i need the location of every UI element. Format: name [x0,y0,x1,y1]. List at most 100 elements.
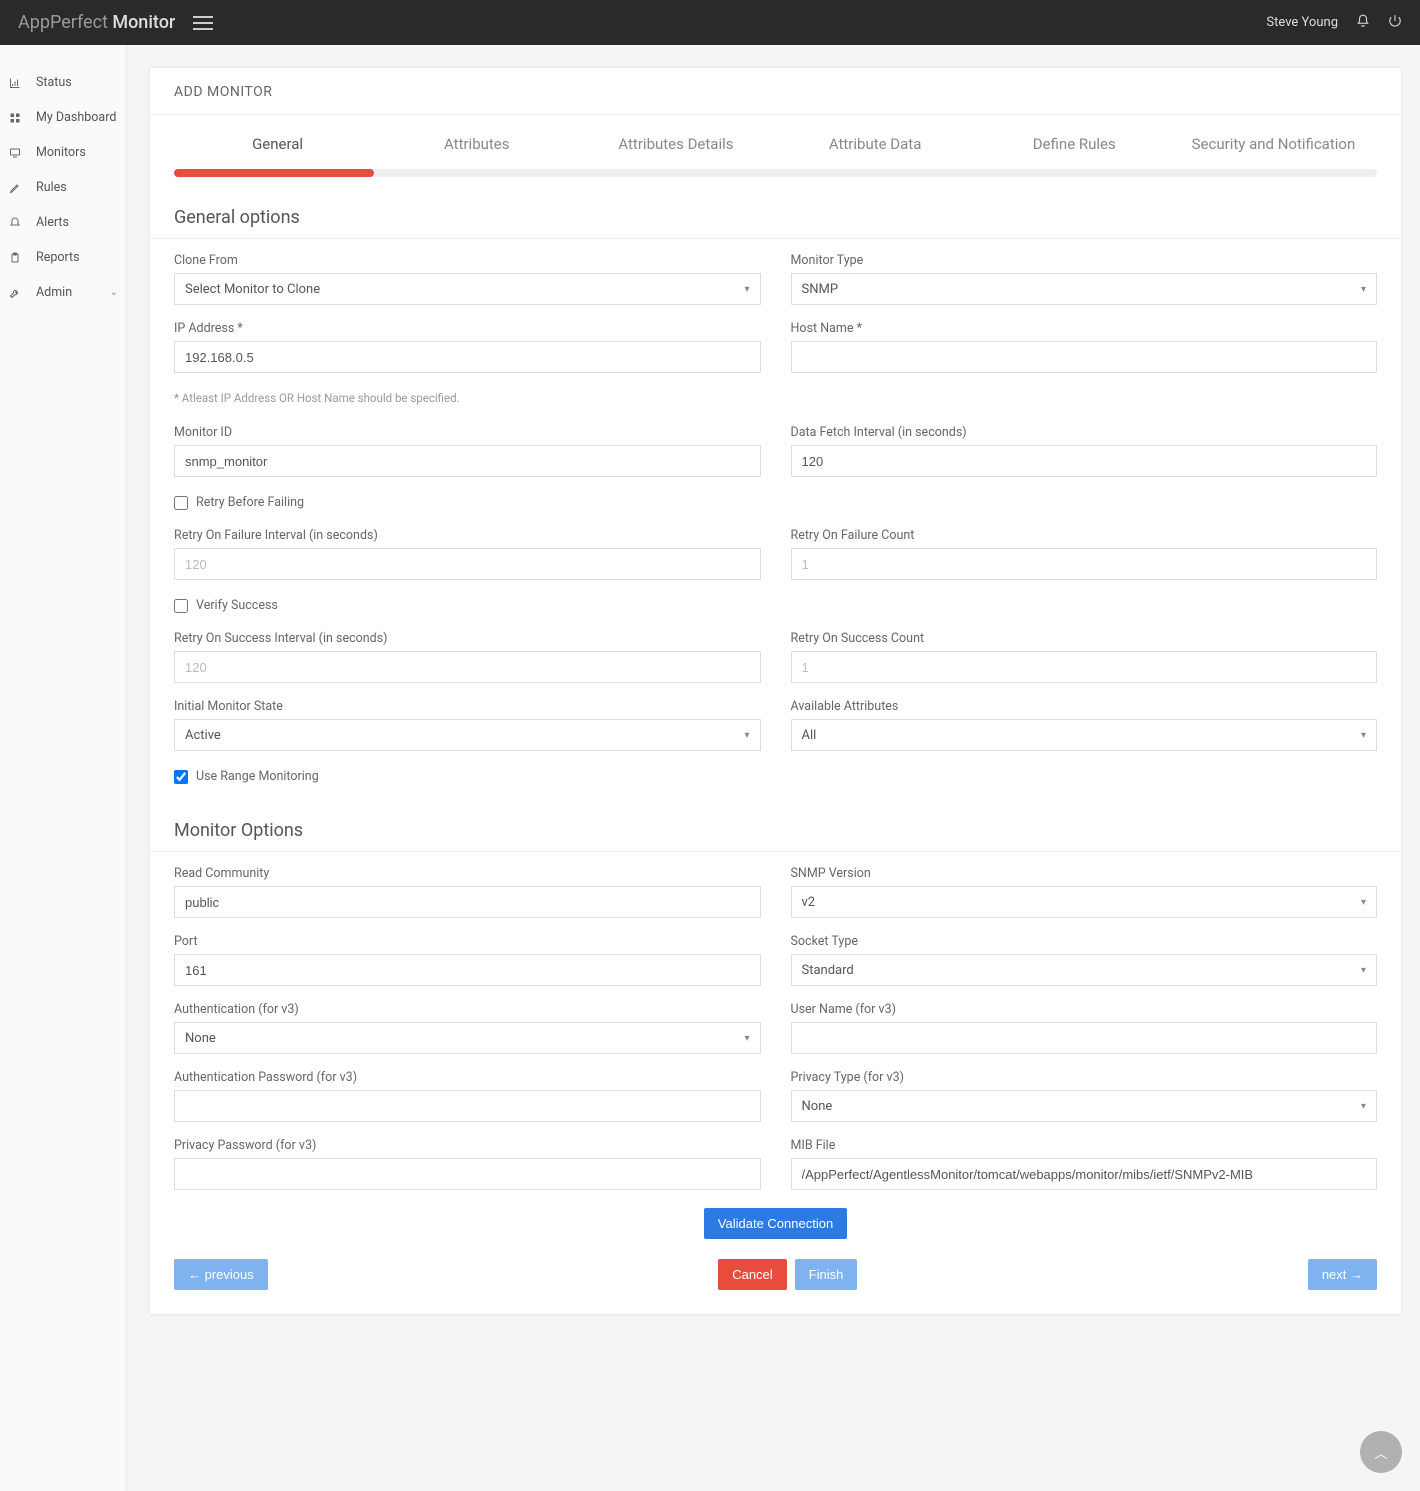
sidebar-item-label: Rules [36,180,67,195]
select-monitor-type[interactable]: SNMP▾ [791,273,1378,305]
caret-icon: ▾ [1361,730,1366,741]
select-auth-v3[interactable]: None▾ [174,1022,761,1054]
cancel-button[interactable]: Cancel [718,1259,786,1290]
input-host-name[interactable] [791,341,1378,373]
caret-icon: ▾ [1361,1101,1366,1112]
hamburger-icon[interactable] [193,16,213,30]
select-socket-type[interactable]: Standard▾ [791,954,1378,986]
tab-attributes-details[interactable]: Attributes Details [576,127,775,169]
tab-security[interactable]: Security and Notification [1174,127,1373,169]
previous-button[interactable]: ← previous [174,1259,268,1290]
label-fetch-interval: Data Fetch Interval (in seconds) [791,425,1378,440]
sidebar-item-label: Reports [36,250,80,265]
label-snmp-version: SNMP Version [791,866,1378,881]
sidebar-item-label: Monitors [36,145,86,160]
chevron-up-icon: ︿ [1374,1443,1387,1462]
caret-icon: ▾ [744,730,749,741]
input-user-v3[interactable] [791,1022,1378,1054]
finish-button[interactable]: Finish [795,1259,858,1290]
tab-attribute-data[interactable]: Attribute Data [776,127,975,169]
pencil-icon [8,182,22,194]
select-snmp-version[interactable]: v2▾ [791,886,1378,918]
sidebar-item-label: My Dashboard [36,110,116,125]
checkbox-use-range[interactable] [174,770,188,784]
validate-connection-button[interactable]: Validate Connection [704,1208,847,1239]
label-auth-pw-v3: Authentication Password (for v3) [174,1070,761,1085]
section-title-general: General options [150,201,1401,239]
input-auth-pw-v3[interactable] [174,1090,761,1122]
input-retry-success-interval[interactable] [174,651,761,683]
scroll-to-top-button[interactable]: ︿ [1360,1431,1402,1473]
input-read-community[interactable] [174,886,761,918]
input-retry-fail-count[interactable] [791,548,1378,580]
label-privacy-pw: Privacy Password (for v3) [174,1138,761,1153]
label-host-name: Host Name * [791,321,1378,336]
input-port[interactable] [174,954,761,986]
label-monitor-type: Monitor Type [791,253,1378,268]
power-icon[interactable] [1388,14,1402,32]
input-mib-file[interactable] [791,1158,1378,1190]
label-retry-success-count: Retry On Success Count [791,631,1378,646]
input-ip-address[interactable] [174,341,761,373]
tabs: General Attributes Attributes Details At… [150,115,1401,169]
bell-icon[interactable] [1356,14,1370,32]
label-mib-file: MIB File [791,1138,1378,1153]
tab-define-rules[interactable]: Define Rules [975,127,1174,169]
select-privacy-type[interactable]: None▾ [791,1090,1378,1122]
label-available-attrs: Available Attributes [791,699,1378,714]
checkbox-verify-success[interactable] [174,599,188,613]
grid-icon [8,112,22,124]
sidebar-item-label: Alerts [36,215,69,230]
checkbox-retry-before[interactable] [174,496,188,510]
label-auth-v3: Authentication (for v3) [174,1002,761,1017]
wrench-icon [8,287,22,299]
page-title: ADD MONITOR [150,68,1401,114]
user-name[interactable]: Steve Young [1266,15,1338,30]
label-socket-type: Socket Type [791,934,1378,949]
sidebar: Status My Dashboard Monitors Rules Alert… [0,45,127,1491]
sidebar-item-monitors[interactable]: Monitors [0,135,126,170]
next-button[interactable]: next → [1308,1259,1377,1290]
label-monitor-id: Monitor ID [174,425,761,440]
caret-icon: ▾ [1361,897,1366,908]
sidebar-item-label: Admin [36,285,72,300]
tab-attributes[interactable]: Attributes [377,127,576,169]
chevron-down-icon: ⌄ [110,287,118,298]
sidebar-item-label: Status [36,75,72,90]
monitor-icon [8,147,22,159]
sidebar-item-dashboard[interactable]: My Dashboard [0,100,126,135]
tab-general[interactable]: General [178,127,377,169]
brand: AppPerfect Monitor [18,12,175,33]
sidebar-item-rules[interactable]: Rules [0,170,126,205]
input-retry-success-count[interactable] [791,651,1378,683]
label-read-community: Read Community [174,866,761,881]
select-clone-from[interactable]: Select Monitor to Clone▾ [174,273,761,305]
card: ADD MONITOR General Attributes Attribute… [149,67,1402,1315]
label-clone-from: Clone From [174,253,761,268]
select-initial-state[interactable]: Active▾ [174,719,761,751]
brand-name: Monitor [112,12,175,33]
input-fetch-interval[interactable] [791,445,1378,477]
label-user-v3: User Name (for v3) [791,1002,1378,1017]
label-port: Port [174,934,761,949]
input-privacy-pw[interactable] [174,1158,761,1190]
brand-prefix: AppPerfect [18,12,112,33]
topbar: AppPerfect Monitor Steve Young [0,0,1420,45]
caret-icon: ▾ [744,284,749,295]
label-initial-state: Initial Monitor State [174,699,761,714]
content: ADD MONITOR General Attributes Attribute… [127,45,1420,1491]
label-retry-success-interval: Retry On Success Interval (in seconds) [174,631,761,646]
input-retry-fail-interval[interactable] [174,548,761,580]
label-retry-fail-count: Retry On Failure Count [791,528,1378,543]
sidebar-item-status[interactable]: Status [0,65,126,100]
sidebar-item-admin[interactable]: Admin ⌄ [0,275,126,310]
sidebar-item-alerts[interactable]: Alerts [0,205,126,240]
wizard-progress [174,169,1377,177]
ip-host-note: * Atleast IP Address OR Host Name should… [174,389,1377,409]
label-use-range: Use Range Monitoring [196,769,319,784]
label-privacy-type: Privacy Type (for v3) [791,1070,1378,1085]
bell-icon [8,217,22,229]
sidebar-item-reports[interactable]: Reports [0,240,126,275]
input-monitor-id[interactable] [174,445,761,477]
select-available-attrs[interactable]: All▾ [791,719,1378,751]
